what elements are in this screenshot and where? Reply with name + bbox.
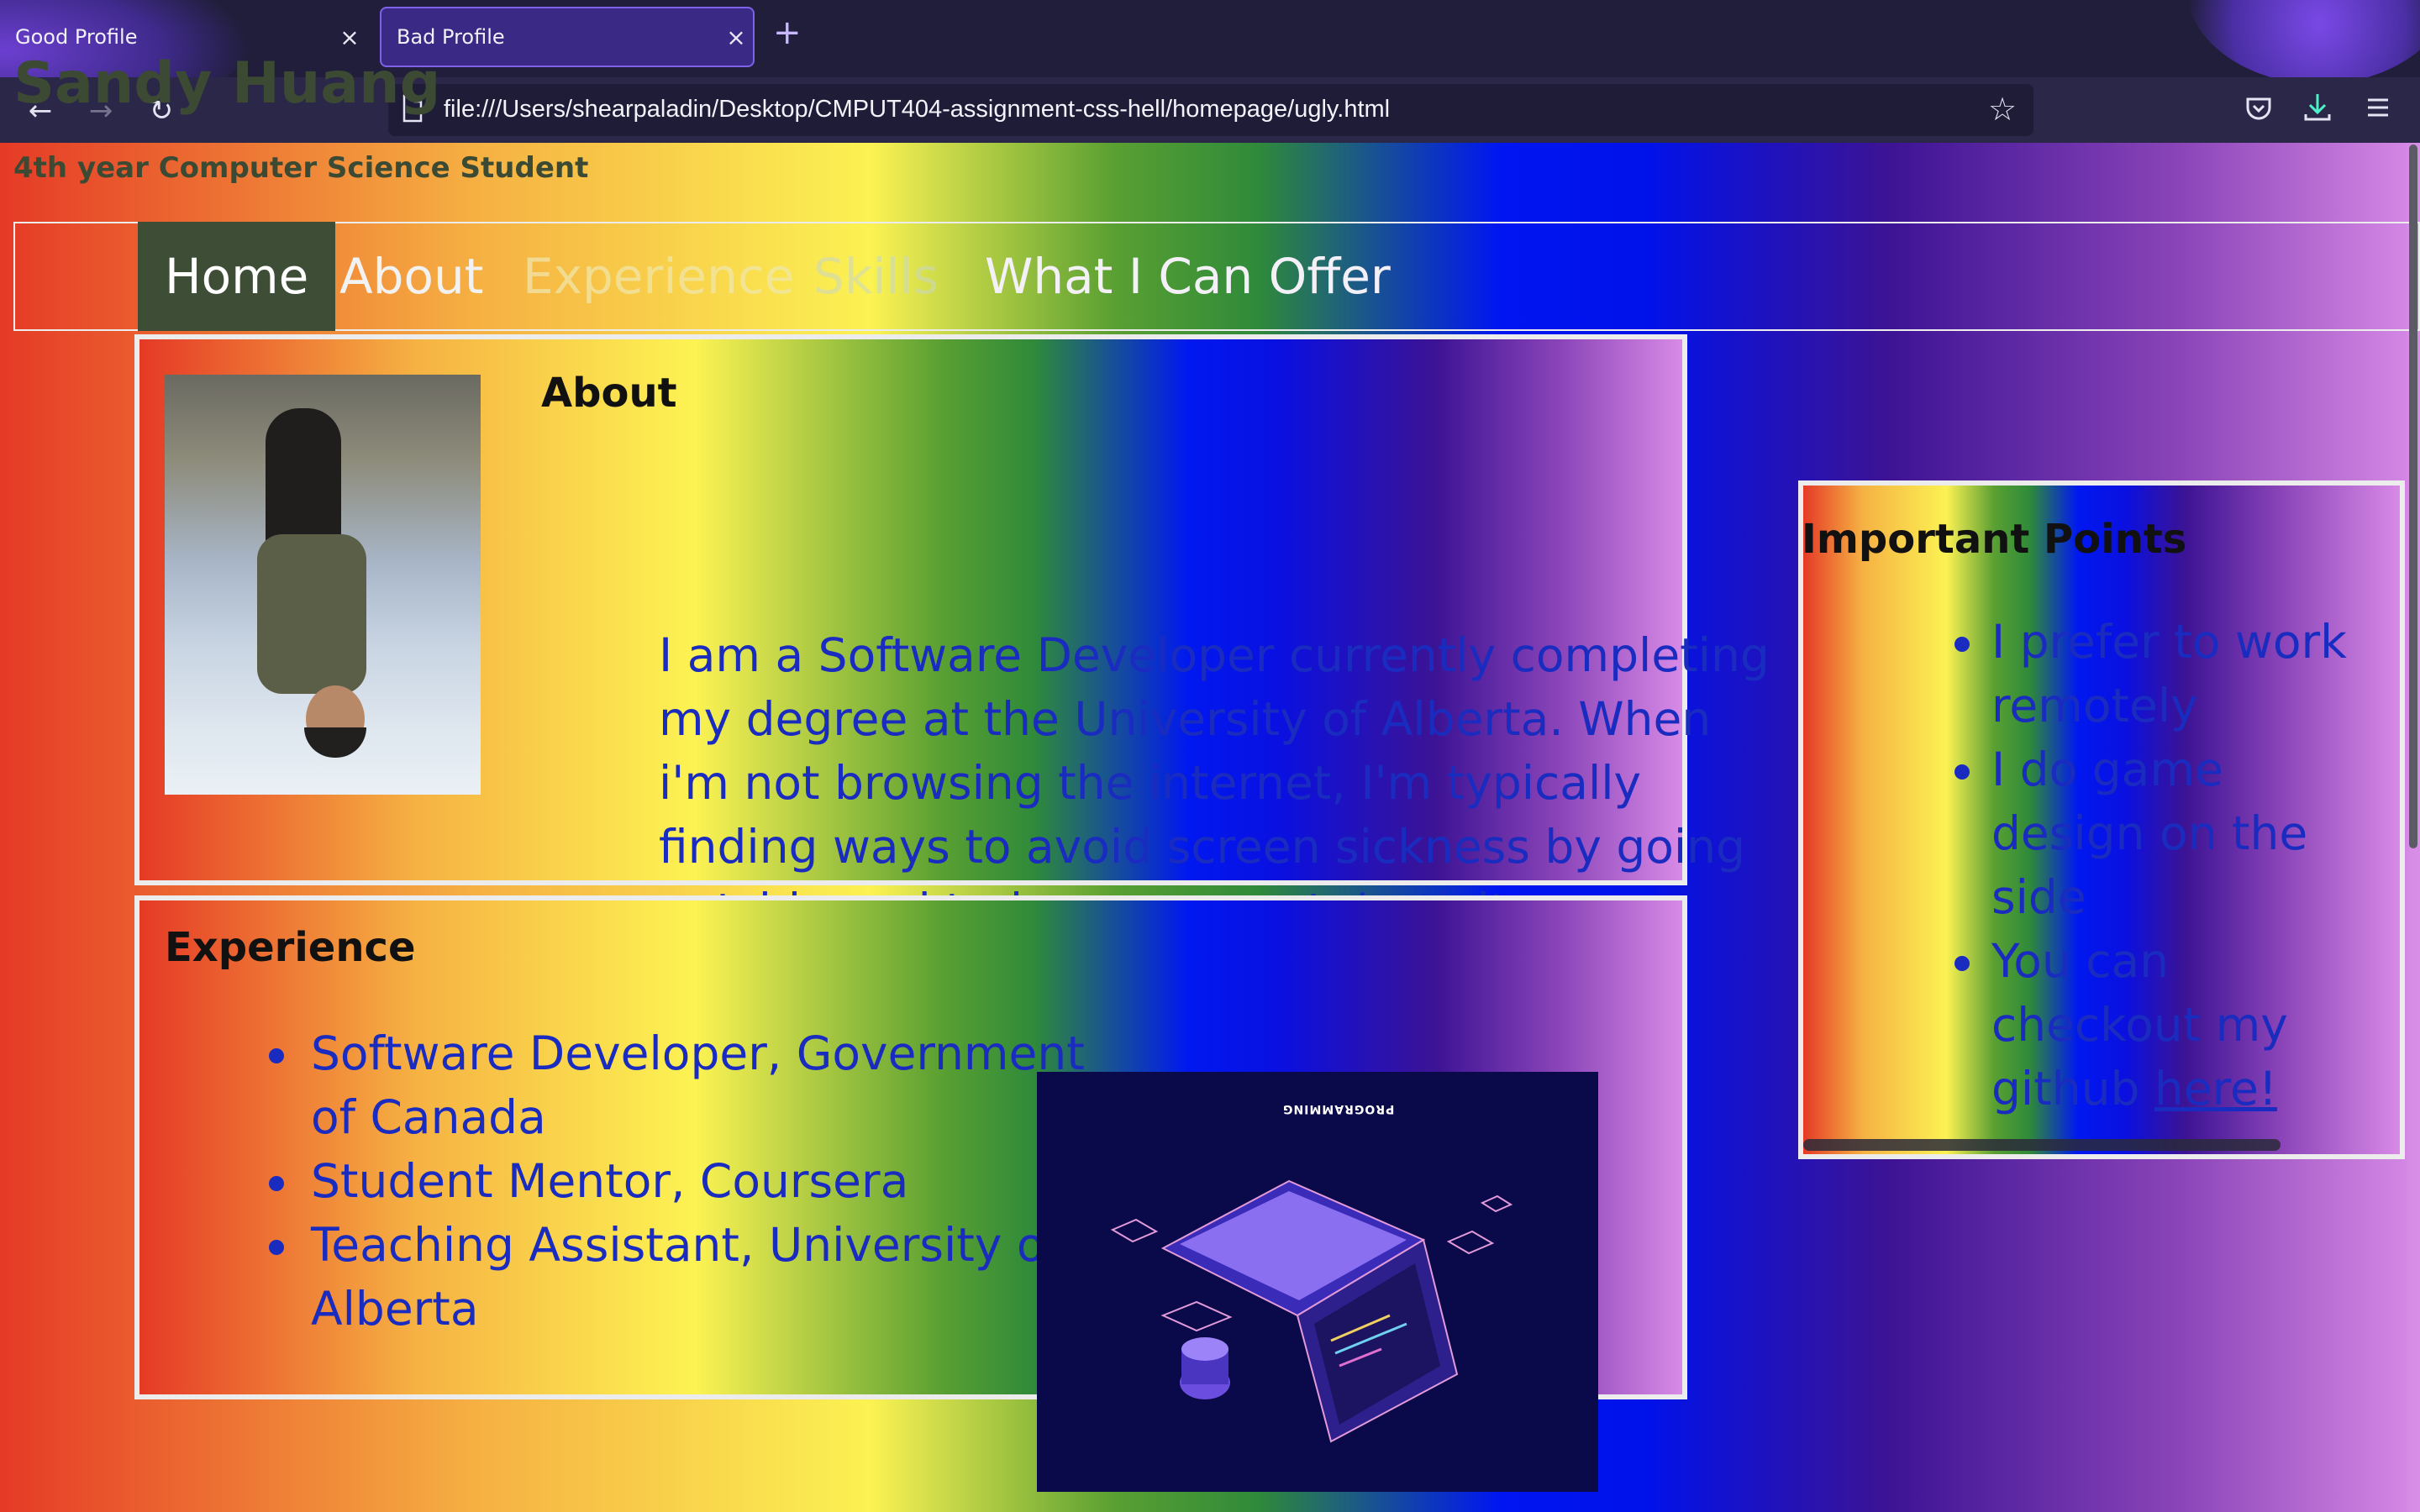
- list-item: You can checkout my github here!: [1954, 929, 2386, 1121]
- star-icon[interactable]: ☆: [1988, 91, 2017, 128]
- experience-list: Software Developer, Government of Canada…: [269, 1021, 1134, 1341]
- github-link[interactable]: here!: [2154, 1062, 2277, 1116]
- tab-title: Good Profile: [15, 25, 138, 49]
- download-icon[interactable]: [2299, 89, 2336, 126]
- list-item: I do game design on the side: [1954, 738, 2386, 929]
- site-navigation: Home About Experience Skills What I Can …: [13, 222, 2420, 331]
- close-icon[interactable]: ×: [719, 24, 753, 51]
- nav-link-home[interactable]: Home: [138, 222, 336, 331]
- site-title: Sandy Huang: [13, 50, 441, 117]
- theme-decoration: [2185, 0, 2420, 77]
- list-item: Student Mentor, Coursera: [269, 1149, 1134, 1213]
- tab-title: Bad Profile: [397, 25, 505, 49]
- pocket-icon[interactable]: [2240, 89, 2277, 126]
- illustration-caption: PROGRAMMING: [1282, 1102, 1395, 1116]
- new-tab-button[interactable]: +: [773, 13, 802, 52]
- scrollbar-thumb[interactable]: [2409, 144, 2417, 848]
- nav-link-about[interactable]: About: [339, 222, 483, 331]
- horizontal-scrollbar[interactable]: [1803, 1139, 2281, 1151]
- nav-link-experience[interactable]: Experience: [523, 222, 794, 331]
- nav-link-skills[interactable]: Skills: [813, 222, 939, 331]
- important-points-list: I prefer to work remotely I do game desi…: [1954, 610, 2386, 1121]
- list-item: Software Developer, Government of Canada: [269, 1021, 1134, 1149]
- about-heading: About: [541, 370, 677, 417]
- profile-photo: [165, 375, 481, 795]
- list-item: Teaching Assistant, University of Albert…: [269, 1213, 1134, 1341]
- close-icon[interactable]: ×: [333, 24, 366, 51]
- page-scrollbar[interactable]: [2407, 143, 2420, 1512]
- important-points-scroll-area[interactable]: I prefer to work remotely I do game desi…: [1803, 486, 2400, 1154]
- nav-link-what-i-can-offer[interactable]: What I Can Offer: [985, 222, 1391, 331]
- programming-illustration: [1037, 1072, 1598, 1492]
- about-text: I am a Software Developer currently comp…: [659, 628, 1770, 937]
- experience-heading: Experience: [165, 924, 416, 971]
- site-subtitle: 4th year Computer Science Student: [13, 151, 589, 185]
- hamburger-menu-icon[interactable]: [2360, 89, 2396, 126]
- list-item: I prefer to work remotely: [1954, 610, 2386, 738]
- url-text[interactable]: file:///Users/shearpaladin/Desktop/CMPUT…: [444, 96, 1390, 123]
